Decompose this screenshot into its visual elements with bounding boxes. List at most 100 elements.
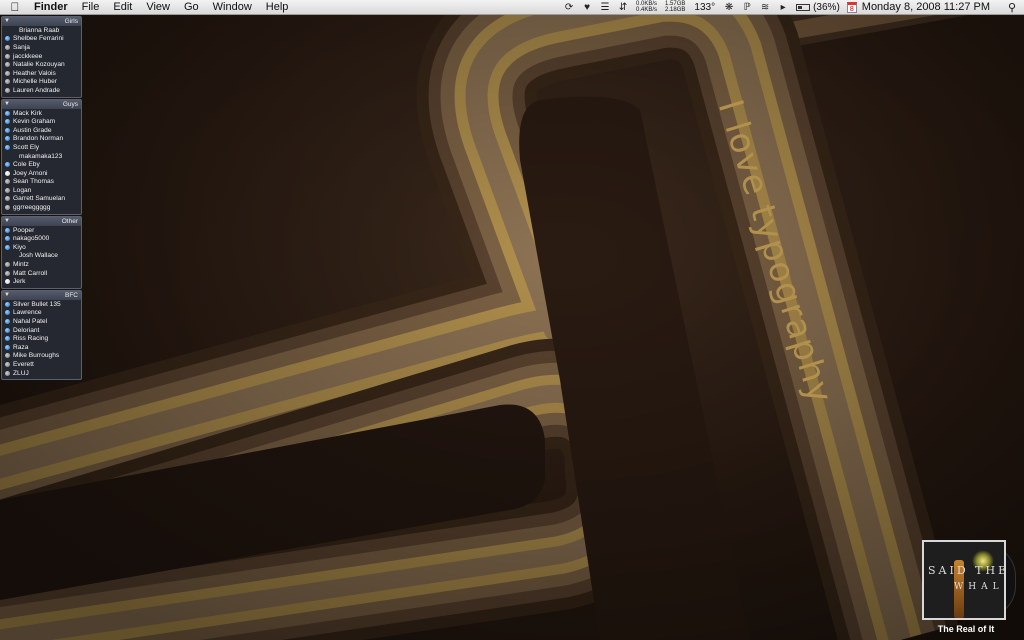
menu-go[interactable]: Go <box>177 0 206 15</box>
buddy-list-item[interactable]: Sanja <box>2 43 81 52</box>
apple-icon[interactable]:  <box>0 0 30 14</box>
buddy-list-item[interactable]: Garrett Samuelan <box>2 195 81 204</box>
buddy-list-item[interactable]: Everett <box>2 360 81 369</box>
desktop-wallpaper: I love typography <box>0 0 1024 640</box>
buddy-name: Michelle Huber <box>13 78 57 86</box>
status-online-icon <box>5 162 10 168</box>
script-icon[interactable]: ☰ <box>596 2 614 13</box>
buddy-name: Josh Wallace <box>19 252 58 260</box>
buddy-list-item[interactable]: Lawrence <box>2 309 81 318</box>
menu-view[interactable]: View <box>139 0 177 15</box>
buddy-list-item[interactable]: Brianna Raab <box>2 26 81 35</box>
battery-status[interactable]: (36%) <box>792 2 844 13</box>
buddy-name: Pooper <box>13 226 35 234</box>
buddy-list-item[interactable]: Jerk <box>2 277 81 286</box>
buddy-name: Riss Racing <box>13 335 49 343</box>
status-away-icon <box>5 44 10 50</box>
buddy-list-item[interactable]: Mack Kirk <box>2 109 81 118</box>
status-away-icon <box>5 187 10 193</box>
buddy-group-header[interactable]: ▼ BFC <box>2 291 81 301</box>
status-online-icon <box>5 310 10 316</box>
buddy-list-item[interactable]: Raza <box>2 343 81 352</box>
buddy-list-item[interactable]: Austin Grade <box>2 126 81 135</box>
menu-help[interactable]: Help <box>259 0 296 15</box>
buddy-list-item[interactable]: Logan <box>2 186 81 195</box>
status-away-icon <box>5 53 10 59</box>
buddy-list-item[interactable]: Brandon Norman <box>2 135 81 144</box>
buddy-name: Nahal Patel <box>13 318 48 326</box>
buddy-list-item[interactable]: Cole Eby <box>2 160 81 169</box>
status-mobile-icon <box>5 253 10 258</box>
buddy-name: Brandon Norman <box>13 135 64 143</box>
menu-file[interactable]: File <box>75 0 107 15</box>
buddy-list-item[interactable]: Michelle Huber <box>2 78 81 87</box>
memory-meter[interactable]: 1.57GB 2.18GB <box>661 1 689 13</box>
network-arrows-icon[interactable]: ⇵ <box>614 2 632 13</box>
menu-app-name[interactable]: Finder <box>30 0 75 15</box>
battery-icon <box>796 3 811 11</box>
buddy-list-item[interactable]: makamaka123 <box>2 152 81 161</box>
menu-edit[interactable]: Edit <box>106 0 139 15</box>
growl-icon[interactable]: ♥ <box>578 2 596 13</box>
menu-clock[interactable]: Monday 8, 2008 11:27 PM <box>862 1 1000 13</box>
buddy-list-item[interactable]: nakago5000 <box>2 234 81 243</box>
fan-icon[interactable]: ❋ <box>720 2 738 13</box>
buddy-list-item[interactable]: Mintz <box>2 260 81 269</box>
buddy-list-item[interactable]: Pooper <box>2 226 81 235</box>
volume-icon[interactable]: ▸ <box>774 2 792 13</box>
buddy-list-item[interactable]: Sean Thomas <box>2 178 81 187</box>
spotlight-search-icon[interactable]: ⚲ <box>1000 1 1024 14</box>
disclosure-triangle-icon[interactable]: ▼ <box>4 100 10 109</box>
calendar-icon[interactable]: 8 <box>846 1 857 13</box>
buddy-list-item[interactable]: Josh Wallace <box>2 252 81 261</box>
status-away-icon <box>5 205 10 211</box>
now-playing-widget[interactable]: SAID THE WHALE The Real of It <box>920 538 1020 638</box>
buddy-group-header[interactable]: ▼ Other <box>2 216 81 226</box>
buddy-list-item[interactable]: Mike Burroughs <box>2 352 81 361</box>
temperature-readout[interactable]: 133° <box>689 2 720 13</box>
now-playing-title: The Real of It <box>937 624 995 634</box>
buddy-name: Mike Burroughs <box>13 352 60 360</box>
buddy-list-item[interactable]: ZLUJ <box>2 369 81 378</box>
buddy-name: Kevin Graham <box>13 118 56 126</box>
wifi-icon[interactable]: ≋ <box>756 2 774 13</box>
status-away-icon <box>5 270 10 276</box>
album-cover[interactable]: SAID THE WHALE <box>922 540 1006 620</box>
buddy-group-header[interactable]: ▼ Girls <box>2 17 81 26</box>
buddy-list-item[interactable]: Kiyo <box>2 243 81 252</box>
buddy-list-item[interactable]: Deloriant <box>2 326 81 335</box>
status-online-icon <box>5 319 10 325</box>
network-meter[interactable]: 0.0KB/s 0.4KB/s <box>632 1 661 13</box>
buddy-list-item[interactable]: Heather Valois <box>2 69 81 78</box>
buddy-name: Lauren Andrade <box>13 86 60 94</box>
buddy-list-item[interactable]: ggrreeggggg <box>2 203 81 212</box>
status-online-icon <box>5 36 10 42</box>
bluetooth-icon[interactable]: ℙ <box>738 2 756 13</box>
buddy-list-item[interactable]: Scott Ely <box>2 143 81 152</box>
status-idle-icon <box>5 170 10 176</box>
status-online-icon <box>5 244 10 250</box>
buddy-list-item[interactable]: Silver Bullet 135 <box>2 300 81 309</box>
memory-value-2: 2.18GB <box>665 7 686 13</box>
buddy-list-item[interactable]: Shelbee Ferrarini <box>2 35 81 44</box>
buddy-group-header[interactable]: ▼ Guys <box>2 99 81 109</box>
status-online-icon <box>5 127 10 133</box>
disclosure-triangle-icon[interactable]: ▼ <box>4 291 10 300</box>
buddy-list-item[interactable]: Nahal Patel <box>2 317 81 326</box>
sync-icon[interactable]: ⟳ <box>560 2 578 13</box>
buddy-list-item[interactable]: Natalie Kozouyan <box>2 60 81 69</box>
buddy-group-name: Other <box>61 217 78 225</box>
buddy-list-item[interactable]: Joey Arnoni <box>2 169 81 178</box>
buddy-name: Scott Ely <box>13 143 40 151</box>
buddy-list-item[interactable]: jacckkeee <box>2 52 81 61</box>
status-away-icon <box>5 87 10 93</box>
wallpaper-stripes <box>0 0 1024 640</box>
buddy-list-item[interactable]: Matt Carroll <box>2 269 81 278</box>
album-cover-text-bottom: WHALE <box>954 582 1004 592</box>
buddy-list-item[interactable]: Lauren Andrade <box>2 86 81 95</box>
buddy-list-item[interactable]: Riss Racing <box>2 334 81 343</box>
disclosure-triangle-icon[interactable]: ▼ <box>4 217 10 226</box>
buddy-list-item[interactable]: Kevin Graham <box>2 117 81 126</box>
menu-window[interactable]: Window <box>206 0 259 15</box>
disclosure-triangle-icon[interactable]: ▼ <box>4 17 10 26</box>
